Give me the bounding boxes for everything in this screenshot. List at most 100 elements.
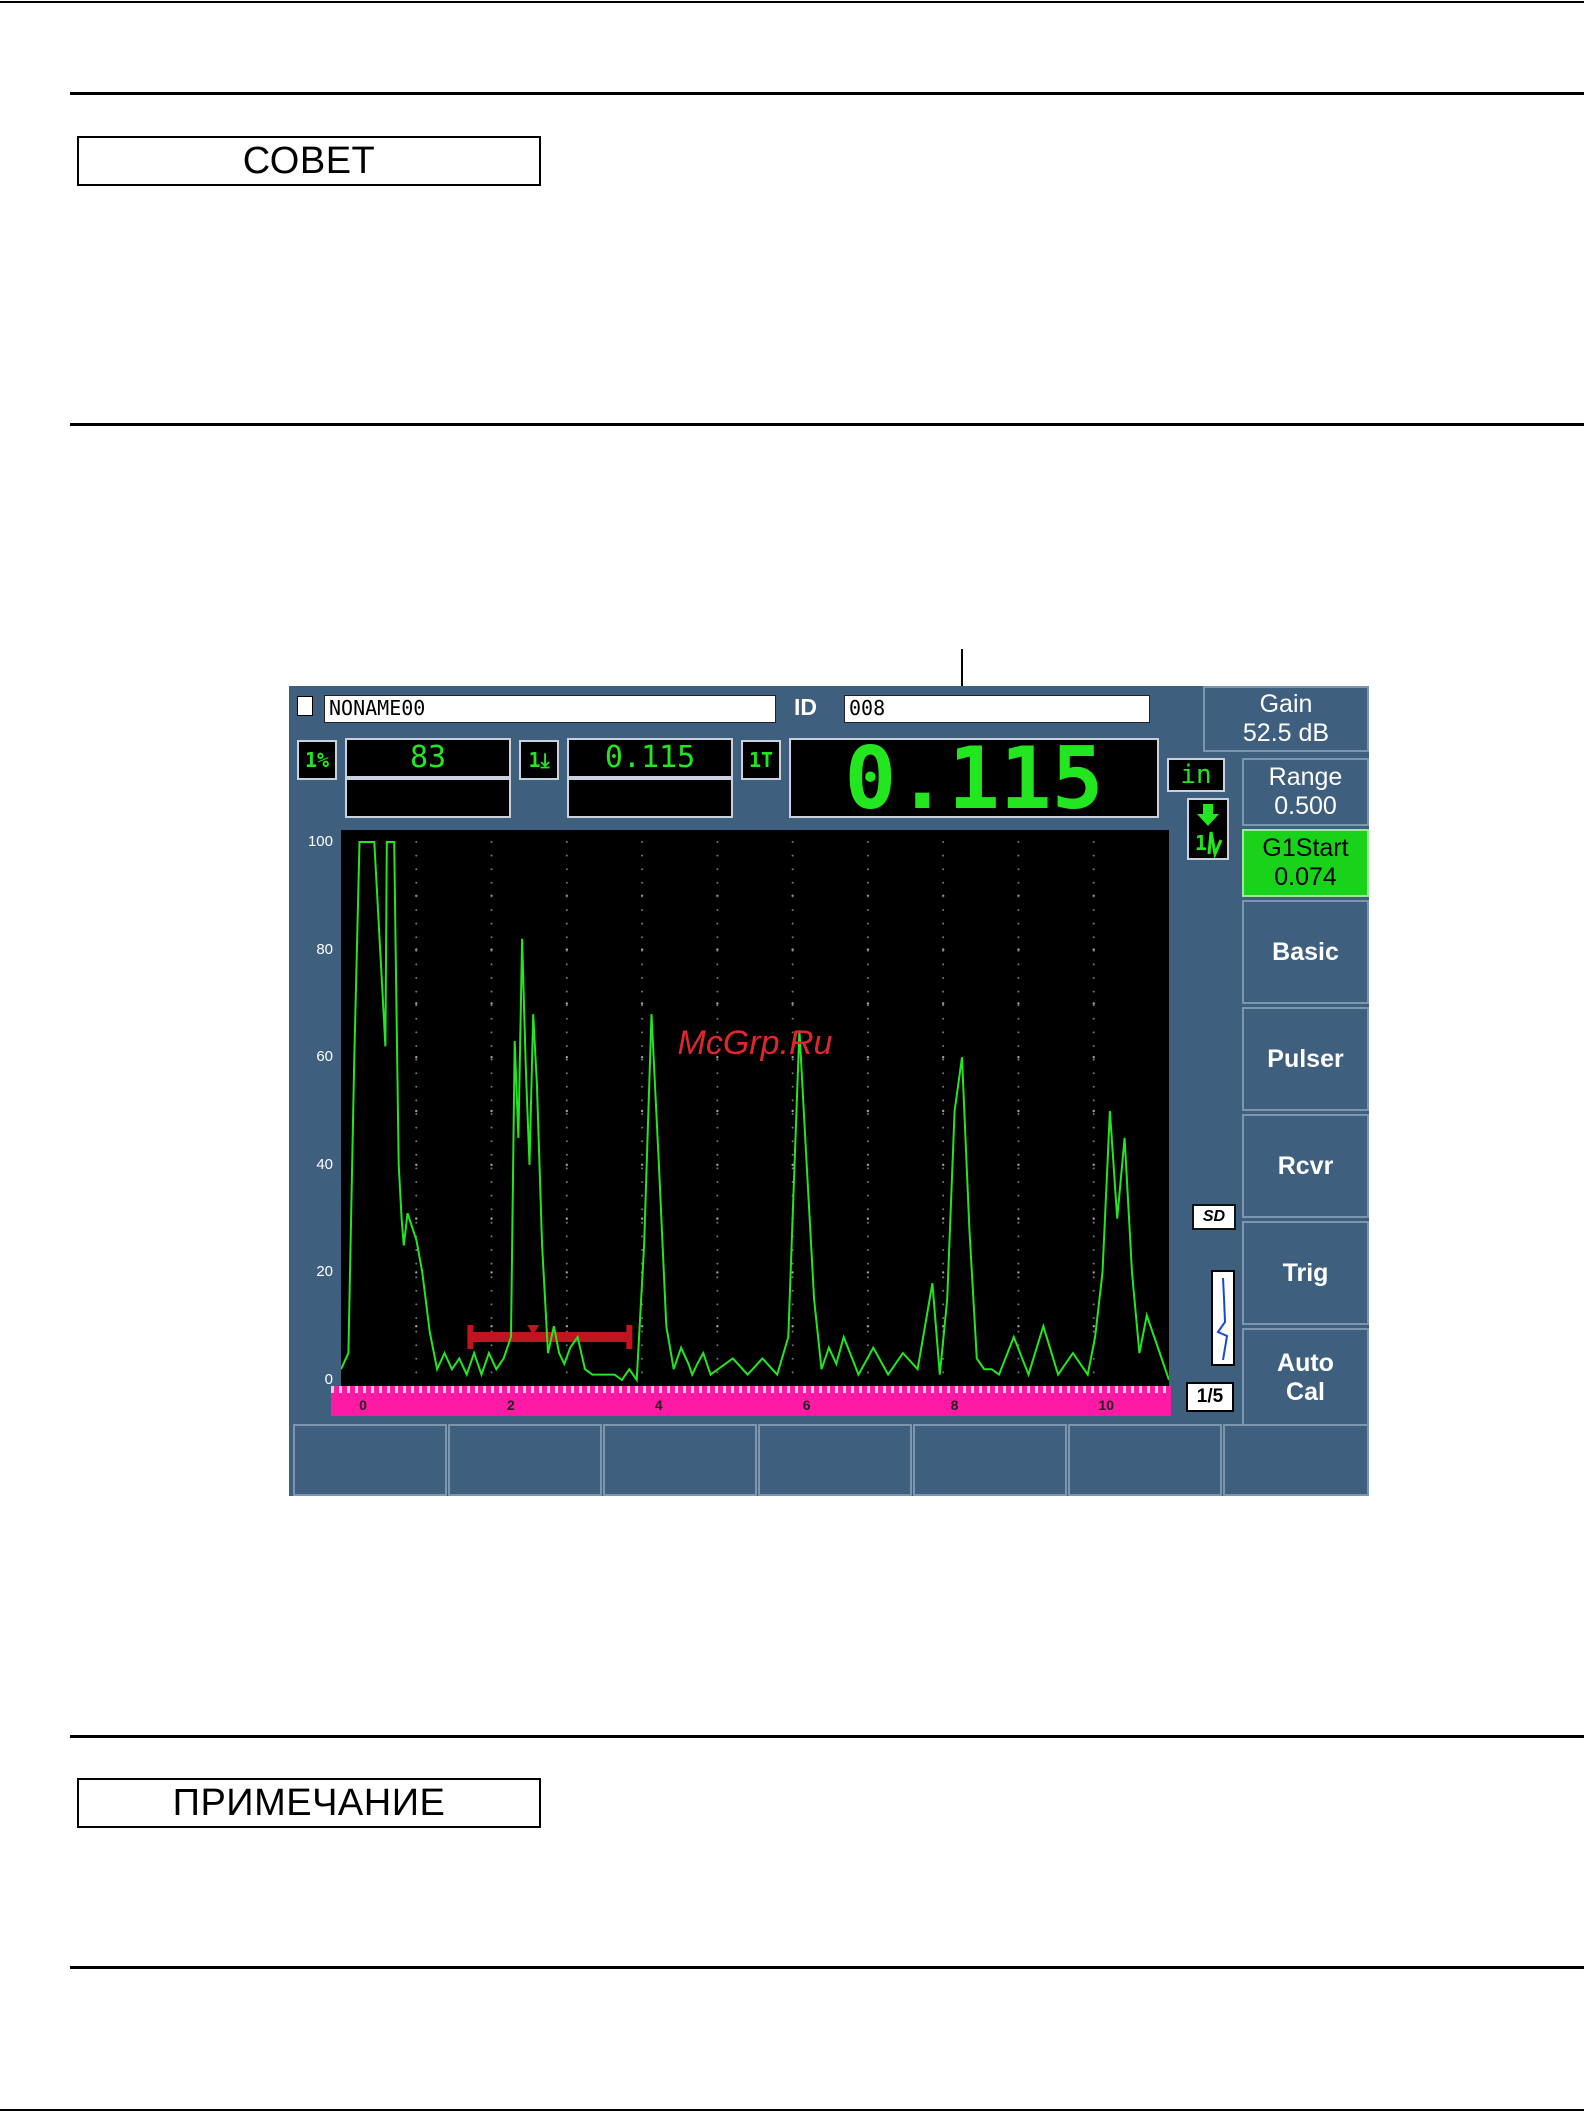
grid-dot [716,1194,719,1197]
grid-dot [716,1271,719,1274]
grid-dot [942,1249,945,1251]
grid-dot [1017,1371,1020,1374]
grid-dot [1017,1140,1020,1143]
softkey-6[interactable] [1068,1424,1222,1496]
grid-dot [1017,1163,1020,1166]
ruler-tick [835,1386,838,1393]
grid-dot [942,1113,945,1115]
y-tick-label: 0 [324,1371,333,1388]
grid-dot [415,1249,418,1251]
grid-dot [942,1126,945,1129]
grid-dot [641,1153,644,1156]
ruler-tick [907,1386,910,1393]
grid-dot [490,1056,493,1059]
grid-dot [866,1344,869,1347]
gain-button[interactable]: Gain 52.5 dB [1203,686,1369,752]
grid-dot [1092,1330,1095,1333]
x-tick-label: 2 [507,1397,515,1413]
ruler-tick [347,1386,350,1393]
ruler-tick [859,1386,862,1393]
tip-bottom-rule [70,423,1584,426]
ruler-tick [1003,1386,1006,1393]
grid-dot [641,1017,644,1020]
ruler-tick [1075,1386,1078,1393]
softkey-7[interactable] [1223,1424,1369,1496]
grid-dot [1017,1262,1020,1265]
ruler-tick [691,1386,694,1393]
ruler-tick [939,1386,942,1393]
tip-top-rule [70,92,1584,95]
ruler-tick [931,1386,934,1393]
ruler-tick [963,1386,966,1393]
grid-dot [565,1045,568,1047]
gain-label: Gain [1259,690,1313,718]
grid-dot [1092,1045,1095,1047]
autocal-menu-button[interactable]: Auto Cal [1242,1328,1369,1428]
ruler-tick [331,1386,334,1393]
ruler-tick [611,1386,614,1393]
grid-dot [490,1276,493,1279]
grid-dot [1092,1276,1095,1279]
softkey-1[interactable] [293,1424,447,1496]
gate-mode-icon: 1 [1187,798,1229,860]
grid-dot [565,1262,568,1265]
rcvr-menu-button[interactable]: Rcvr [1242,1114,1369,1218]
grid-dot [866,1126,869,1129]
grid-dot [716,1004,719,1007]
grid-dot [791,868,794,871]
flaw-detector-screen: NONAME00 ID 008 1% 83 1⤓ 0.115 1T 0.115 … [289,686,1369,1496]
softkey-4[interactable] [758,1424,912,1496]
grid-dot [640,1217,644,1220]
grid-dot [641,1031,644,1034]
amplitude-reading: 83 [345,738,511,778]
file-name-field[interactable]: NONAME00 [324,695,776,723]
ruler-tick [523,1386,526,1393]
grid-dot [641,977,644,979]
grid-dot [1092,1217,1095,1220]
softkey-5[interactable] [913,1424,1067,1496]
grid-dot [942,854,945,857]
grid-dot [866,949,869,952]
grid-dot [942,881,945,884]
grid-dot [716,1371,719,1374]
grid-dot [565,1181,568,1183]
grid-dot [866,1045,869,1047]
grid-dot [565,854,568,857]
grid-dot [942,1276,945,1279]
ruler-tick [507,1386,510,1393]
ruler-tick [683,1386,686,1393]
ruler-tick [891,1386,894,1393]
battery-icon [1211,1270,1235,1366]
grid-dot [490,1004,493,1007]
grid-dot [866,1325,870,1328]
grid-dot [866,1056,870,1059]
grid-dot [942,1262,945,1265]
y-tick-label: 80 [316,940,333,958]
grid-dot [641,1058,644,1061]
range-value: 0.500 [1274,792,1337,820]
pulser-menu-button[interactable]: Pulser [1242,1007,1369,1111]
trig-menu-button[interactable]: Trig [1242,1221,1369,1325]
ruler-tick [867,1386,870,1393]
grid-dot [1017,1109,1020,1113]
grid-dot [866,1113,869,1115]
softkey-3[interactable] [603,1424,757,1496]
depth-reading-empty [567,778,733,818]
ruler-tick [363,1386,366,1393]
grid-dot [565,1072,568,1075]
ruler-tick [1115,1386,1118,1393]
grid-dot [866,881,869,884]
softkey-2[interactable] [448,1424,602,1496]
grid-dot [415,1058,418,1061]
g1start-button[interactable]: G1Start 0.074 [1242,829,1369,897]
grid-dot [866,895,869,898]
basic-menu-button[interactable]: Basic [1242,900,1369,1004]
grid-dot [866,1167,869,1170]
grid-dot [1017,1181,1020,1183]
grid-dot [716,1357,719,1360]
grid-dot [942,963,945,966]
ruler-tick [619,1386,622,1393]
grid-dot [716,1085,719,1088]
id-field[interactable]: 008 [844,695,1150,723]
range-button[interactable]: Range 0.500 [1242,758,1369,826]
